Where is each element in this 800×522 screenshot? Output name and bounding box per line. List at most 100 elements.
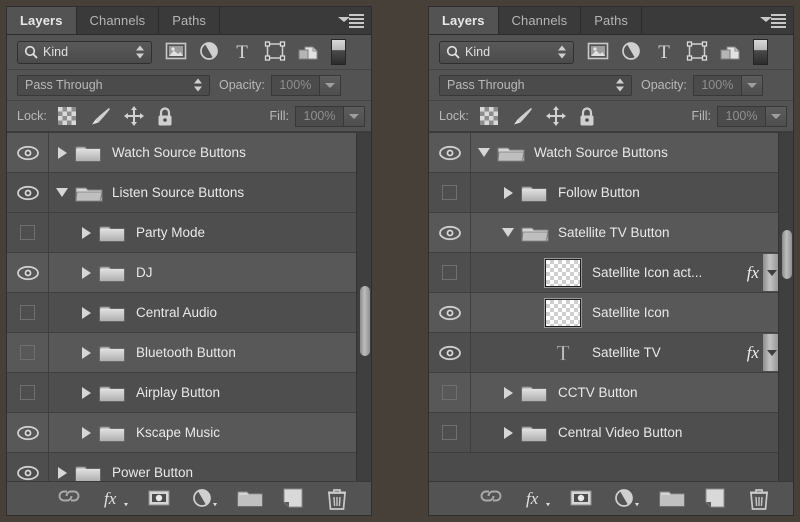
layer-row[interactable]: DJ bbox=[7, 253, 371, 293]
shape-layer-icon[interactable] bbox=[264, 41, 286, 63]
layer-row[interactable]: Central Video Button bbox=[429, 413, 793, 453]
fill-field[interactable]: 100% bbox=[295, 105, 365, 127]
layer-twirl-toggle[interactable] bbox=[55, 188, 69, 197]
layer-style-fx-icon[interactable]: fx bbox=[102, 488, 128, 510]
fill-value[interactable]: 100% bbox=[295, 105, 343, 127]
new-group-icon[interactable] bbox=[237, 488, 263, 510]
scrollbar-thumb[interactable] bbox=[782, 230, 792, 280]
layer-twirl-toggle[interactable] bbox=[79, 266, 93, 279]
fx-badge-icon[interactable]: fx bbox=[747, 343, 759, 363]
layer-visibility-toggle[interactable] bbox=[7, 173, 49, 212]
panel-menu-button[interactable] bbox=[338, 14, 364, 28]
layer-row[interactable]: CCTV Button bbox=[429, 373, 793, 413]
layer-row[interactable]: Central Audio bbox=[7, 293, 371, 333]
layer-visibility-toggle[interactable] bbox=[7, 333, 49, 372]
layer-row[interactable]: Follow Button bbox=[429, 173, 793, 213]
fill-dropdown-button[interactable] bbox=[343, 105, 365, 127]
layer-list-scrollbar[interactable] bbox=[356, 133, 371, 481]
opacity-value[interactable]: 100% bbox=[270, 74, 319, 96]
layer-visibility-toggle[interactable] bbox=[7, 133, 49, 172]
layer-row[interactable]: Satellite TV Button bbox=[429, 213, 793, 253]
delete-layer-icon[interactable] bbox=[327, 488, 351, 510]
layer-style-fx-icon[interactable]: fx bbox=[524, 488, 550, 510]
layer-twirl-toggle[interactable] bbox=[79, 386, 93, 399]
layer-row[interactable]: T Satellite TV fx bbox=[429, 333, 793, 373]
add-mask-icon[interactable] bbox=[569, 488, 593, 510]
layer-visibility-toggle[interactable] bbox=[429, 213, 471, 252]
filter-kind-select[interactable]: Kind bbox=[439, 40, 574, 64]
layer-twirl-toggle[interactable] bbox=[79, 306, 93, 319]
lock-all-icon[interactable] bbox=[579, 106, 595, 126]
layer-row[interactable]: Kscape Music bbox=[7, 413, 371, 453]
layer-twirl-toggle[interactable] bbox=[501, 386, 515, 399]
layer-visibility-toggle[interactable] bbox=[429, 133, 471, 172]
tab-channels[interactable]: Channels bbox=[77, 7, 160, 34]
blend-mode-select[interactable]: Pass Through bbox=[17, 74, 210, 96]
layer-row[interactable]: Watch Source Buttons bbox=[429, 133, 793, 173]
layer-twirl-toggle[interactable] bbox=[501, 426, 515, 439]
layer-twirl-toggle[interactable] bbox=[55, 466, 69, 479]
adjustment-layer-icon[interactable] bbox=[620, 41, 642, 63]
opacity-dropdown-button[interactable] bbox=[740, 74, 763, 96]
opacity-field[interactable]: 100% bbox=[270, 74, 341, 96]
tab-paths[interactable]: Paths bbox=[581, 7, 643, 34]
layer-row[interactable]: Satellite Icon act... fx bbox=[429, 253, 793, 293]
layer-row[interactable]: Watch Source Buttons bbox=[7, 133, 371, 173]
layer-row[interactable]: Bluetooth Button bbox=[7, 333, 371, 373]
lock-position-icon[interactable] bbox=[545, 106, 566, 126]
lock-image-pixels-icon[interactable] bbox=[89, 107, 111, 125]
lock-position-icon[interactable] bbox=[123, 106, 144, 126]
pixel-layer-icon[interactable] bbox=[165, 41, 187, 63]
new-layer-icon[interactable] bbox=[282, 488, 306, 510]
layer-twirl-toggle[interactable] bbox=[501, 228, 515, 237]
tab-paths[interactable]: Paths bbox=[159, 7, 221, 34]
layer-visibility-toggle[interactable] bbox=[7, 373, 49, 412]
layer-visibility-toggle[interactable] bbox=[429, 413, 471, 452]
lock-image-pixels-icon[interactable] bbox=[511, 107, 533, 125]
lock-all-icon[interactable] bbox=[157, 106, 173, 126]
delete-layer-icon[interactable] bbox=[749, 488, 773, 510]
layer-visibility-toggle[interactable] bbox=[7, 253, 49, 292]
layer-thumbnail[interactable] bbox=[544, 297, 582, 328]
opacity-field[interactable]: 100% bbox=[692, 74, 763, 96]
layer-row[interactable]: Satellite Icon bbox=[429, 293, 793, 333]
adjustment-layer-icon[interactable] bbox=[614, 488, 639, 510]
smart-object-icon[interactable] bbox=[719, 41, 741, 63]
layer-visibility-toggle[interactable] bbox=[429, 173, 471, 212]
fx-badge-icon[interactable]: fx bbox=[747, 263, 759, 283]
shape-layer-icon[interactable] bbox=[686, 41, 708, 63]
adjustment-layer-icon[interactable] bbox=[198, 41, 220, 63]
type-layer-icon[interactable]: T bbox=[231, 41, 253, 63]
layer-twirl-toggle[interactable] bbox=[55, 146, 69, 159]
layer-visibility-toggle[interactable] bbox=[7, 213, 49, 252]
layer-twirl-toggle[interactable] bbox=[79, 226, 93, 239]
type-layer-icon[interactable]: T bbox=[653, 41, 675, 63]
filter-enable-toggle[interactable] bbox=[753, 39, 768, 65]
tab-channels[interactable]: Channels bbox=[499, 7, 582, 34]
layer-thumbnail[interactable] bbox=[544, 257, 582, 288]
opacity-dropdown-button[interactable] bbox=[318, 74, 341, 96]
layer-list-scrollbar[interactable] bbox=[778, 133, 793, 481]
filter-kind-select[interactable]: Kind bbox=[17, 40, 152, 64]
layer-twirl-toggle[interactable] bbox=[477, 148, 491, 157]
smart-object-icon[interactable] bbox=[297, 41, 319, 63]
layer-visibility-toggle[interactable] bbox=[429, 253, 471, 292]
layer-twirl-toggle[interactable] bbox=[501, 186, 515, 199]
fill-field[interactable]: 100% bbox=[717, 105, 787, 127]
tab-layers[interactable]: Layers bbox=[7, 7, 77, 34]
link-layers-icon[interactable] bbox=[479, 488, 503, 510]
layer-row[interactable]: Listen Source Buttons bbox=[7, 173, 371, 213]
filter-enable-toggle[interactable] bbox=[331, 39, 346, 65]
opacity-value[interactable]: 100% bbox=[692, 74, 741, 96]
link-layers-icon[interactable] bbox=[57, 488, 81, 510]
blend-mode-select[interactable]: Pass Through bbox=[439, 74, 632, 96]
panel-menu-button[interactable] bbox=[760, 14, 786, 28]
new-layer-icon[interactable] bbox=[704, 488, 728, 510]
adjustment-layer-icon[interactable] bbox=[192, 488, 217, 510]
lock-transparent-pixels-icon[interactable] bbox=[479, 107, 498, 125]
layer-twirl-toggle[interactable] bbox=[79, 346, 93, 359]
scrollbar-thumb[interactable] bbox=[360, 286, 370, 356]
layer-visibility-toggle[interactable] bbox=[7, 453, 49, 481]
layer-visibility-toggle[interactable] bbox=[7, 293, 49, 332]
add-mask-icon[interactable] bbox=[147, 488, 171, 510]
